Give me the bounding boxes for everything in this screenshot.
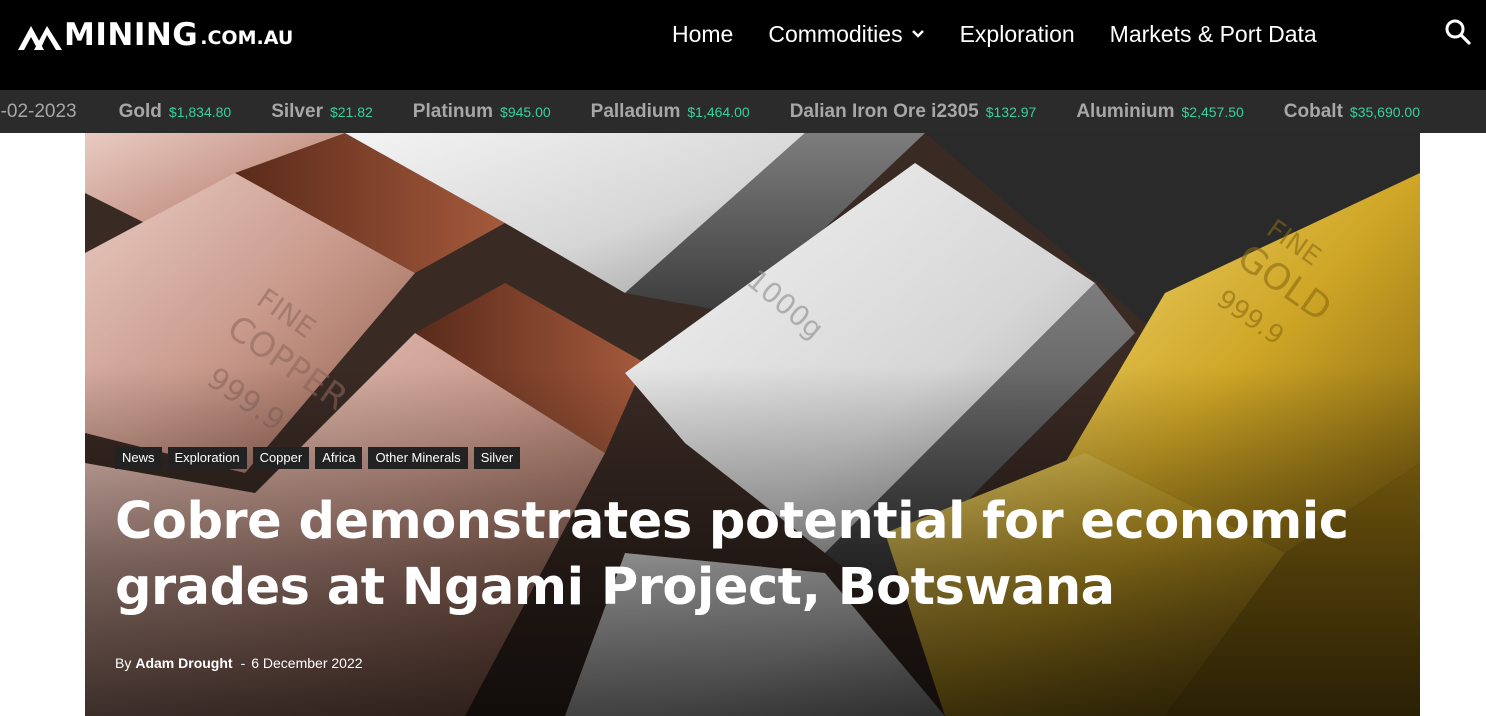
hero-article: FINE COPPER 999.9 1000g FINE GOLD 999.9 … xyxy=(85,133,1420,716)
ticker-item-aluminium[interactable]: Aluminium $2,457.50 xyxy=(1076,101,1243,123)
ticker-price: $1,834.80 xyxy=(168,103,232,120)
nav-markets-port-data[interactable]: Markets & Port Data xyxy=(1110,21,1317,48)
hero-gradient-overlay xyxy=(85,133,1420,716)
tag-exploration[interactable]: Exploration xyxy=(167,447,247,469)
ticker-name: Gold xyxy=(118,100,162,122)
ticker-item-iron-ore[interactable]: Dalian Iron Ore i2305 $132.97 xyxy=(790,101,1037,123)
ticker-name: Platinum xyxy=(412,100,494,122)
ticker-name: Silver xyxy=(271,100,323,122)
byline-separator: - xyxy=(240,655,246,671)
ticker-price: $132.97 xyxy=(985,103,1037,120)
ticker-price: $1,464.00 xyxy=(687,103,750,120)
ticker-name: Palladium xyxy=(590,100,681,122)
search-icon xyxy=(1445,19,1471,45)
ticker-item-palladium[interactable]: Palladium $1,464.00 xyxy=(591,101,750,123)
ticker-item-silver[interactable]: Silver $21.82 xyxy=(271,101,373,123)
nav-commodities[interactable]: Commodities xyxy=(768,21,924,48)
byline-prefix: By xyxy=(115,655,132,671)
nav-exploration-label: Exploration xyxy=(959,20,1075,47)
price-ticker: 2-02-2023 Gold $1,834.80 Silver $21.82 P… xyxy=(0,90,1486,133)
article-tags: News Exploration Copper Africa Other Min… xyxy=(115,447,526,469)
main-nav: Home Commodities Exploration Markets & P… xyxy=(672,18,1317,50)
ticker-track: 2-02-2023 Gold $1,834.80 Silver $21.82 P… xyxy=(0,90,1460,133)
nav-exploration[interactable]: Exploration xyxy=(960,21,1075,48)
ticker-name: Dalian Iron Ore i2305 xyxy=(789,100,979,122)
tag-copper[interactable]: Copper xyxy=(252,447,310,469)
logo-text: MINING xyxy=(64,17,199,53)
ticker-name: Aluminium xyxy=(1076,100,1175,122)
publish-date: 6 December 2022 xyxy=(251,655,363,671)
ticker-price: $21.82 xyxy=(329,103,373,120)
ticker-item-platinum[interactable]: Platinum $945.00 xyxy=(413,101,551,123)
top-navbar: MINING .COM.AU Home Commodities Explorat… xyxy=(0,0,1486,90)
ticker-name: Cobalt xyxy=(1283,100,1343,122)
mountain-logo-icon xyxy=(18,26,62,50)
search-button[interactable] xyxy=(1444,18,1472,46)
ticker-price: $35,690.00 xyxy=(1349,103,1420,120)
tag-news[interactable]: News xyxy=(115,447,162,469)
ticker-price: $945.00 xyxy=(500,103,551,120)
ticker-date: 2-02-2023 xyxy=(0,100,77,122)
ticker-item-cobalt[interactable]: Cobalt $35,690.00 xyxy=(1284,101,1420,123)
tag-other-minerals[interactable]: Other Minerals xyxy=(368,447,468,469)
site-logo[interactable]: MINING .COM.AU xyxy=(18,16,294,53)
chevron-down-icon xyxy=(911,30,924,38)
article-byline: By Adam Drought - 6 December 2022 xyxy=(115,655,363,671)
nav-home-label: Home xyxy=(672,20,734,47)
nav-commodities-label: Commodities xyxy=(768,20,903,47)
article-title: Cobre demonstrates potential for economi… xyxy=(115,492,1349,617)
nav-home[interactable]: Home xyxy=(672,21,733,48)
tag-silver[interactable]: Silver xyxy=(473,447,521,469)
ticker-price: $2,457.50 xyxy=(1181,103,1244,120)
tag-africa[interactable]: Africa xyxy=(315,447,363,469)
logo-domain: .COM.AU xyxy=(200,27,294,49)
nav-markets-label: Markets & Port Data xyxy=(1109,20,1317,47)
ticker-item-gold[interactable]: Gold $1,834.80 xyxy=(119,101,232,123)
author-link[interactable]: Adam Drought xyxy=(135,655,232,671)
